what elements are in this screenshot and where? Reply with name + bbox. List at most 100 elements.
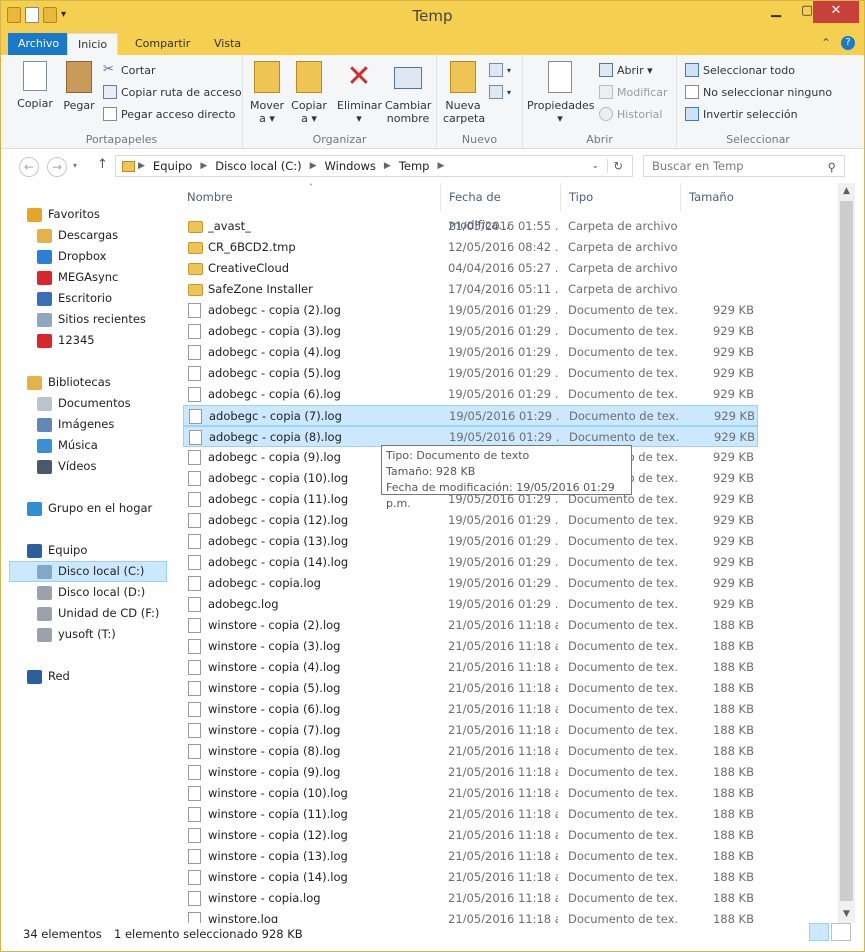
breadcrumb-separator[interactable]: ▶ <box>307 161 320 171</box>
table-row[interactable]: adobegc - copia (8).log 19/05/2016 01:29 … <box>183 426 758 447</box>
nav-item-unidad-de-cd-f-[interactable]: Unidad de CD (F:) <box>37 603 159 624</box>
table-row[interactable]: winstore - copia (4).log 21/05/2016 11:18… <box>183 657 758 678</box>
column-header-type[interactable]: Tipo <box>561 183 681 211</box>
rename-button[interactable]: Cambiar nombre <box>385 61 431 125</box>
breadcrumb-separator[interactable]: ▶ <box>197 161 210 171</box>
easy-access-button[interactable]: ▾ <box>489 85 511 99</box>
invert-selection-button[interactable]: Invertir selección <box>685 107 798 121</box>
cut-button[interactable]: ✂ Cortar <box>103 63 156 77</box>
new-item-button[interactable]: ▾ <box>489 63 511 77</box>
tab-archivo[interactable]: Archivo <box>8 33 70 55</box>
close-button[interactable]: ✕ <box>813 1 859 23</box>
forward-button[interactable]: → <box>47 157 67 177</box>
paste-button[interactable]: Pegar <box>59 61 99 112</box>
back-button[interactable]: ← <box>19 157 39 177</box>
open-button[interactable]: Abrir ▾ <box>599 63 653 77</box>
nav-item-escritorio[interactable]: Escritorio <box>37 288 112 309</box>
table-row[interactable]: CreativeCloud 04/04/2016 05:27 ... Carpeta… <box>183 258 758 279</box>
table-row[interactable]: winstore - copia (6).log 21/05/2016 11:18… <box>183 699 758 720</box>
table-row[interactable]: _avast_ 21/05/2016 01:55 ... Carpeta de ar… <box>183 216 758 237</box>
table-row[interactable]: adobegc.log 19/05/2016 01:29 ... Documento… <box>183 594 758 615</box>
minimize-button[interactable]: ▁ <box>759 1 793 23</box>
nav-item-bibliotecas[interactable]: Bibliotecas <box>27 372 111 393</box>
nav-item-megasync[interactable]: MEGAsync <box>37 267 118 288</box>
breadcrumb-temp[interactable]: Temp <box>394 159 435 173</box>
nav-item-red[interactable]: Red <box>27 666 70 687</box>
table-row[interactable]: adobegc - copia (3).log 19/05/2016 01:29 … <box>183 321 758 342</box>
breadcrumb-separator[interactable]: ▶ <box>434 161 447 171</box>
table-row[interactable]: CR_6BCD2.tmp 12/05/2016 08:42 ... Carpeta … <box>183 237 758 258</box>
edit-button[interactable]: Modificar <box>599 85 668 99</box>
tab-vista[interactable]: Vista <box>204 33 251 55</box>
table-row[interactable]: adobegc - copia (13).log 19/05/2016 01:29… <box>183 531 758 552</box>
column-header-date[interactable]: Fecha de modifica... <box>441 183 561 232</box>
address-bar[interactable]: ▶ Equipo ▶ Disco local (C:) ▶ Windows ▶ … <box>115 155 633 177</box>
table-row[interactable]: adobegc - copia (4).log 19/05/2016 01:29 … <box>183 342 758 363</box>
delete-button[interactable]: ✕ Eliminar ▾ <box>337 61 382 126</box>
table-row[interactable]: adobegc - copia (6).log 19/05/2016 01:29 … <box>183 384 758 405</box>
nav-item-descargas[interactable]: Descargas <box>37 225 118 246</box>
nav-item-disco-local-c-[interactable]: Disco local (C:) <box>9 561 167 582</box>
move-to-button[interactable]: Mover a ▾ <box>249 61 285 125</box>
breadcrumb-separator[interactable]: ▶ <box>135 161 148 171</box>
table-row[interactable]: winstore - copia (10).log 21/05/2016 11:1… <box>183 783 758 804</box>
table-row[interactable]: adobegc - copia (2).log 19/05/2016 01:29 … <box>183 300 758 321</box>
vertical-scrollbar[interactable]: ▲ ▼ <box>838 183 855 923</box>
table-row[interactable]: winstore - copia (13).log 21/05/2016 11:1… <box>183 846 758 867</box>
scroll-down-icon[interactable]: ▼ <box>838 906 855 923</box>
table-row[interactable]: adobegc - copia (5).log 19/05/2016 01:29 … <box>183 363 758 384</box>
table-row[interactable]: adobegc - copia.log 19/05/2016 01:29 ... D… <box>183 573 758 594</box>
nav-item-grupo-en-el-hogar[interactable]: Grupo en el hogar <box>27 498 152 519</box>
table-row[interactable]: adobegc - copia (14).log 19/05/2016 01:29… <box>183 552 758 573</box>
nav-item-equipo[interactable]: Equipo <box>27 540 87 561</box>
table-row[interactable]: winstore - copia (9).log 21/05/2016 11:18… <box>183 762 758 783</box>
table-row[interactable]: winstore - copia (3).log 21/05/2016 11:18… <box>183 636 758 657</box>
history-button[interactable]: Historial <box>599 107 662 121</box>
copy-button[interactable]: Copiar <box>15 61 55 110</box>
address-dropdown-icon[interactable]: ⌄ <box>586 161 604 171</box>
nav-item-documentos[interactable]: Documentos <box>37 393 131 414</box>
scrollbar-thumb[interactable] <box>840 201 853 901</box>
nav-item-música[interactable]: Música <box>37 435 98 456</box>
nav-item-dropbox[interactable]: Dropbox <box>37 246 106 267</box>
table-row[interactable]: winstore - copia (12).log 21/05/2016 11:1… <box>183 825 758 846</box>
help-icon[interactable]: ? <box>841 36 855 50</box>
table-row[interactable]: winstore - copia.log 21/05/2016 11:18 a..… <box>183 888 758 909</box>
new-folder-button[interactable]: Nueva carpeta <box>443 61 485 125</box>
column-header-size[interactable]: Tamaño <box>681 183 761 211</box>
scroll-up-icon[interactable]: ▲ <box>838 183 855 200</box>
table-row[interactable]: SafeZone Installer 17/04/2016 05:11 ... Ca… <box>183 279 758 300</box>
breadcrumb-windows[interactable]: Windows <box>320 159 381 173</box>
nav-item-vídeos[interactable]: Vídeos <box>37 456 96 477</box>
search-input[interactable]: Buscar en Temp ⚲ <box>643 155 845 177</box>
nav-item-12345[interactable]: 12345 <box>37 330 95 351</box>
recent-locations-icon[interactable]: ▾ <box>73 161 77 170</box>
table-row[interactable]: winstore.log 21/05/2016 11:18 a... Documen… <box>183 909 758 923</box>
breadcrumb-separator[interactable]: ▶ <box>381 161 394 171</box>
collapse-ribbon-icon[interactable]: ⌃ <box>821 36 831 50</box>
copy-path-button[interactable]: Copiar ruta de acceso <box>103 85 242 99</box>
large-icons-view-icon[interactable] <box>831 923 851 941</box>
up-arrow-icon[interactable]: ↑ <box>97 157 108 172</box>
nav-item-disco-local-d-[interactable]: Disco local (D:) <box>37 582 145 603</box>
nav-item-favoritos[interactable]: Favoritos <box>27 204 100 225</box>
table-row[interactable]: adobegc - copia (7).log 19/05/2016 01:29 … <box>183 405 758 426</box>
table-row[interactable]: winstore - copia (11).log 21/05/2016 11:1… <box>183 804 758 825</box>
nav-item-yusoft-t-[interactable]: yusoft (T:) <box>37 624 116 645</box>
select-all-button[interactable]: Seleccionar todo <box>685 63 795 77</box>
copy-to-button[interactable]: Copiar a ▾ <box>291 61 327 125</box>
table-row[interactable]: winstore - copia (7).log 21/05/2016 11:18… <box>183 720 758 741</box>
table-row[interactable]: winstore - copia (2).log 21/05/2016 11:18… <box>183 615 758 636</box>
breadcrumb-disco-c[interactable]: Disco local (C:) <box>210 159 306 173</box>
paste-shortcut-button[interactable]: Pegar acceso directo <box>103 107 236 121</box>
table-row[interactable]: winstore - copia (14).log 21/05/2016 11:1… <box>183 867 758 888</box>
details-view-icon[interactable] <box>809 923 829 941</box>
properties-button[interactable]: Propiedades ▾ <box>527 61 594 125</box>
nav-item-sitios-recientes[interactable]: Sitios recientes <box>37 309 146 330</box>
nav-item-imágenes[interactable]: Imágenes <box>37 414 114 435</box>
refresh-icon[interactable]: ↻ <box>607 159 628 173</box>
column-header-name[interactable]: Nombre <box>179 183 441 211</box>
breadcrumb-equipo[interactable]: Equipo <box>148 159 197 173</box>
table-row[interactable]: adobegc - copia (12).log 19/05/2016 01:29… <box>183 510 758 531</box>
select-none-button[interactable]: No seleccionar ninguno <box>685 85 832 99</box>
